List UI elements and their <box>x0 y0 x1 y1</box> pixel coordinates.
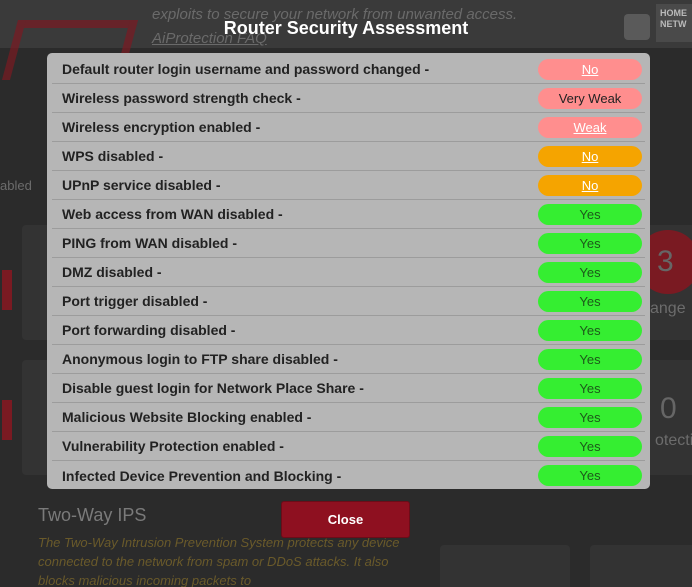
assessment-status-pill: Yes <box>538 232 642 254</box>
assessment-row-encryption: Wireless encryption enabled - Weak <box>52 113 645 142</box>
background-card-ips-a <box>440 545 570 587</box>
assessment-row-login-changed: Default router login username and passwo… <box>52 55 645 84</box>
assessment-row-label: UPnP service disabled - <box>62 177 221 193</box>
assessment-row-label: Default router login username and passwo… <box>62 61 430 77</box>
assessment-row-vulnerability-protection: Vulnerability Protection enabled - Yes <box>52 432 645 461</box>
assessment-row-label: PING from WAN disabled - <box>62 235 238 251</box>
assessment-row-label: Infected Device Prevention and Blocking … <box>62 467 342 484</box>
assessment-row-guest-login: Disable guest login for Network Place Sh… <box>52 374 645 403</box>
security-assessment-panel: Default router login username and passwo… <box>47 53 650 489</box>
assessment-status-pill: Yes <box>538 377 642 399</box>
assessment-status-pill[interactable]: Weak <box>538 116 642 138</box>
assessment-row-label: Disable guest login for Network Place Sh… <box>62 380 364 396</box>
background-side-label-top: ange <box>650 300 686 317</box>
modal-title: Router Security Assessment <box>223 18 469 38</box>
assessment-row-infected-device: Infected Device Prevention and Blocking … <box>52 461 645 490</box>
assessment-row-label: Malicious Website Blocking enabled - <box>62 409 312 425</box>
assessment-status-pill: Yes <box>538 203 642 225</box>
assessment-row-label: Wireless encryption enabled - <box>62 119 261 135</box>
assessment-status-pill: Yes <box>538 348 642 370</box>
background-protection-digit: 0 <box>660 392 677 425</box>
assessment-row-label: Anonymous login to FTP share disabled - <box>62 351 338 367</box>
assessment-row-wan-ping: PING from WAN disabled - Yes <box>52 229 645 258</box>
assessment-row-label: Vulnerability Protection enabled - <box>62 438 284 454</box>
assessment-row-label: WPS disabled - <box>62 148 164 164</box>
background-left-stub: abled <box>0 178 32 193</box>
background-two-way-ips-title: Two-Way IPS <box>38 505 147 525</box>
assessment-row-label: Port trigger disabled - <box>62 293 208 309</box>
assessment-row-dmz: DMZ disabled - Yes <box>52 258 645 287</box>
assessment-status-pill: Yes <box>538 465 642 486</box>
assessment-status-pill: Very Weak <box>538 87 642 109</box>
assessment-status-pill[interactable]: No <box>538 145 642 167</box>
background-side-label-bottom: otectio <box>655 432 692 449</box>
assessment-row-label: DMZ disabled - <box>62 264 162 280</box>
assessment-status-pill: Yes <box>538 435 642 457</box>
assessment-row-port-trigger: Port trigger disabled - Yes <box>52 287 645 316</box>
assessment-row-label: Web access from WAN disabled - <box>62 206 283 222</box>
background-two-way-ips-description: The Two-Way Intrusion Prevention System … <box>38 535 400 587</box>
assessment-status-pill: Yes <box>538 261 642 283</box>
assessment-row-wps: WPS disabled - No <box>52 142 645 171</box>
assessment-row-password-strength: Wireless password strength check - Very … <box>52 84 645 113</box>
assessment-row-malicious-sites: Malicious Website Blocking enabled - Yes <box>52 403 645 432</box>
assessment-row-ftp-anonymous: Anonymous login to FTP share disabled - … <box>52 345 645 374</box>
background-red-accent-top <box>2 270 12 310</box>
background-threat-digit: 3 <box>657 245 674 278</box>
assessment-row-wan-web-access: Web access from WAN disabled - Yes <box>52 200 645 229</box>
assessment-status-pill[interactable]: No <box>538 58 642 80</box>
close-button[interactable]: Close <box>282 502 409 537</box>
assessment-status-pill: Yes <box>538 319 642 341</box>
assessment-status-pill: Yes <box>538 290 642 312</box>
assessment-row-label: Port forwarding disabled - <box>62 322 236 338</box>
background-red-accent-bottom <box>2 400 12 440</box>
assessment-row-port-forwarding: Port forwarding disabled - Yes <box>52 316 645 345</box>
assessment-row-upnp: UPnP service disabled - No <box>52 171 645 200</box>
assessment-status-pill[interactable]: No <box>538 174 642 196</box>
background-card-ips-b <box>590 545 692 587</box>
assessment-row-label: Wireless password strength check - <box>62 90 301 106</box>
assessment-status-pill: Yes <box>538 406 642 428</box>
